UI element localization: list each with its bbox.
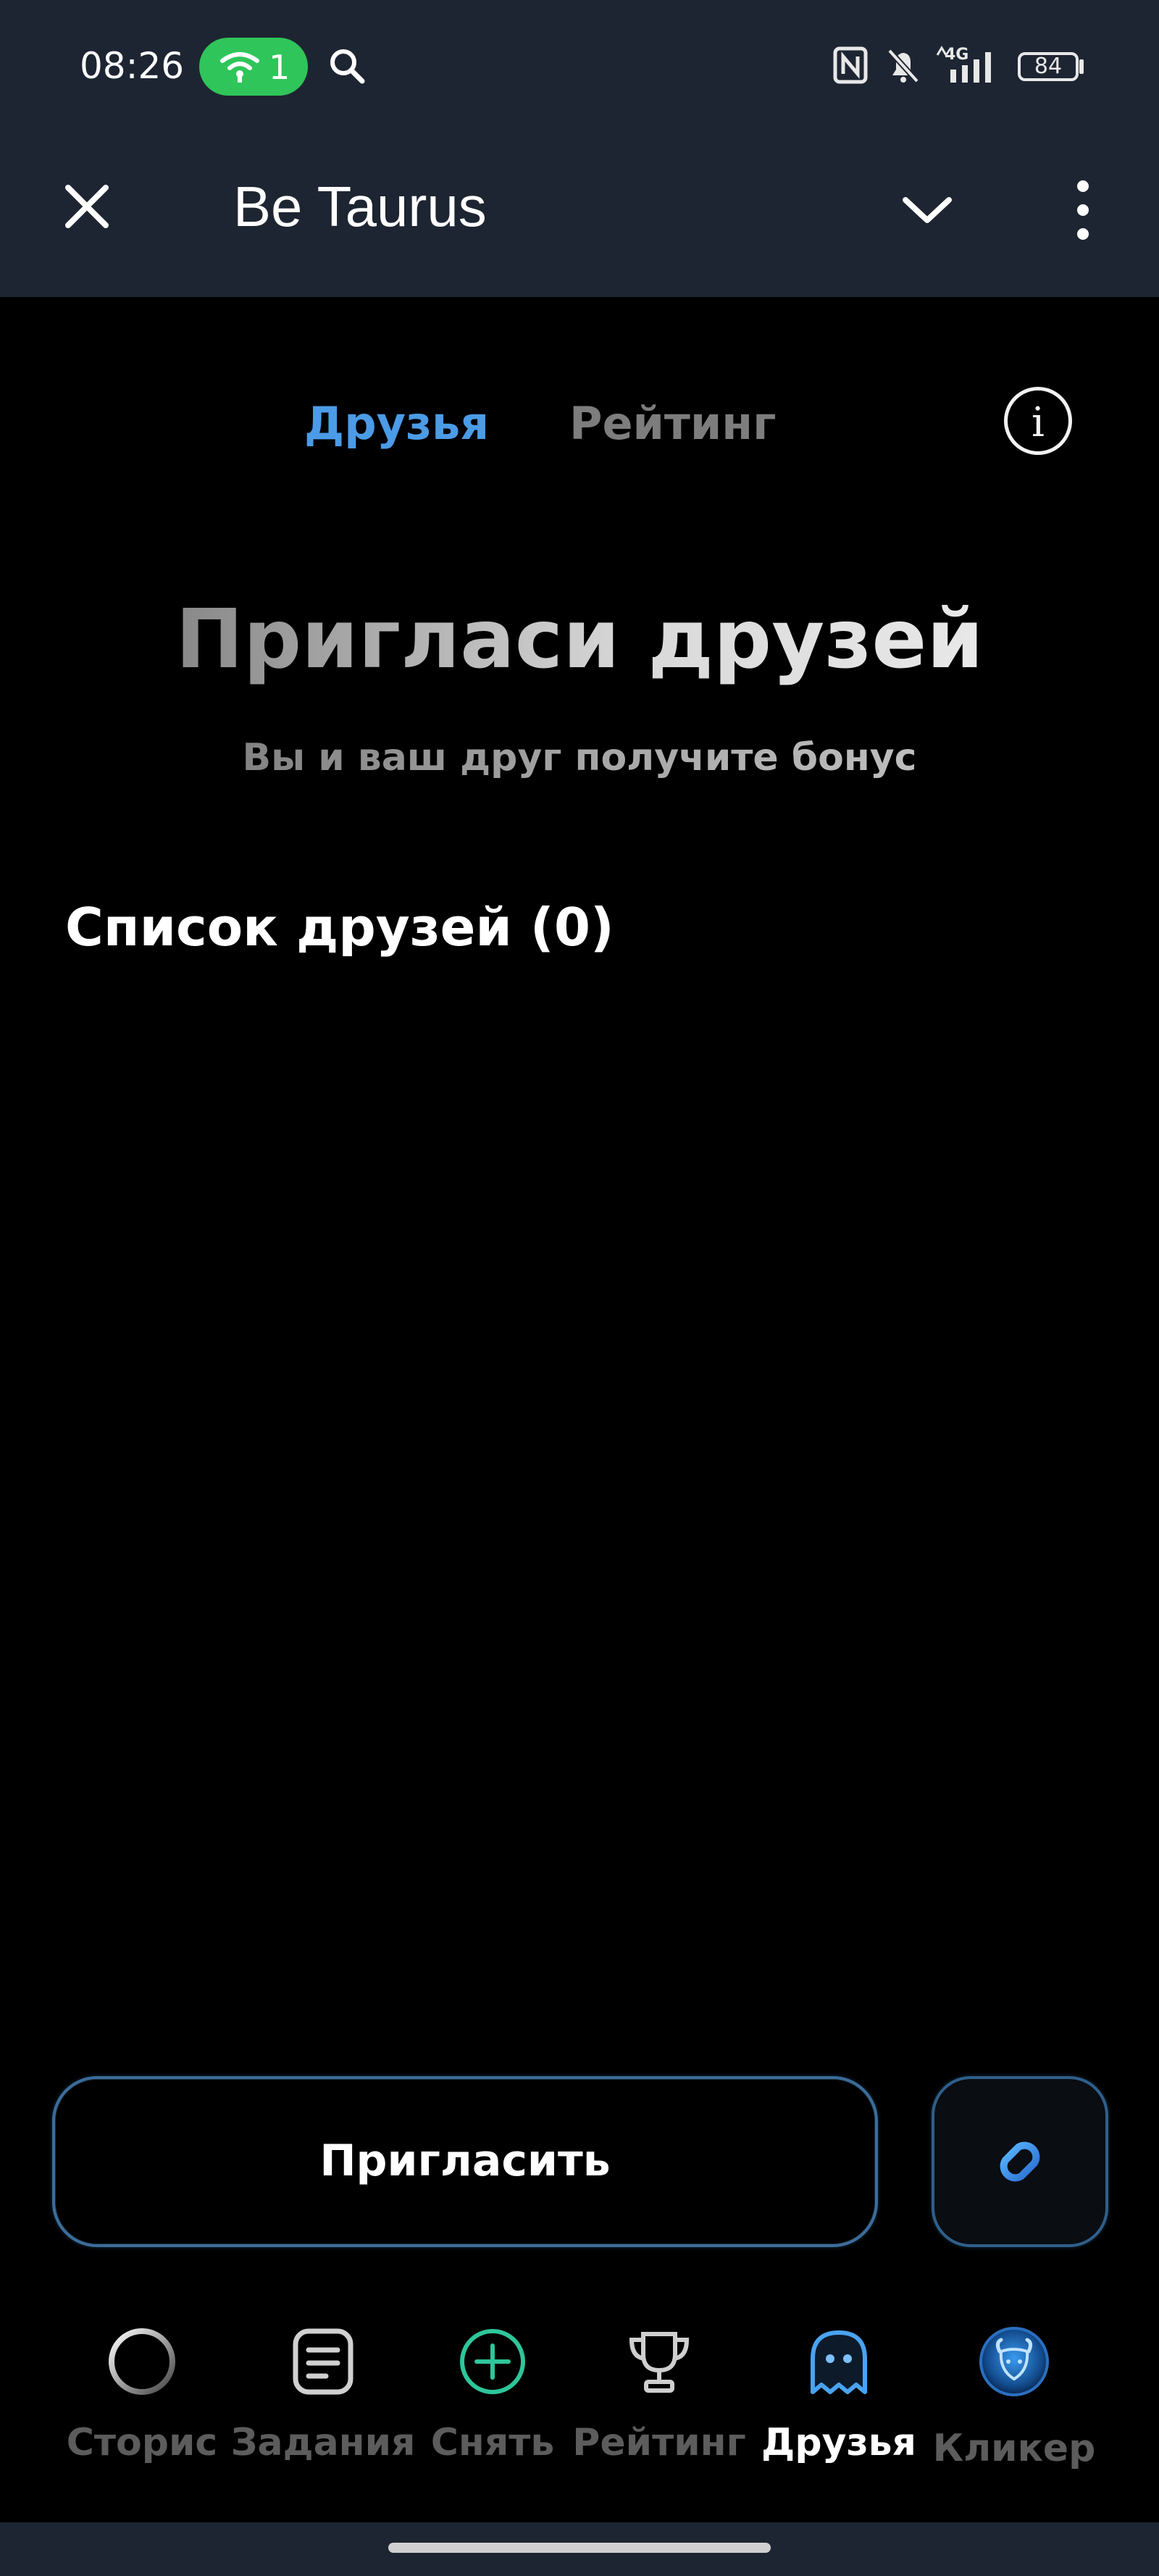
friends-list-heading: Список друзей (0) [65,897,614,958]
copy-link-button[interactable] [932,2076,1108,2247]
nav-item-rating[interactable]: Рейтинг [572,2311,746,2499]
ghost-icon [811,2330,867,2394]
tab-friends[interactable]: Друзья [304,397,489,450]
hotspot-icon [220,52,259,83]
nav-label-stories: Сторис [66,2421,218,2464]
status-time: 08:26 [80,45,185,87]
invite-subtitle: Вы и ваш друг получите бонус [0,736,1159,779]
nav-label-rating: Рейтинг [572,2421,746,2464]
nav-label-friends: Друзья [761,2421,916,2464]
app-title: Be Taurus [233,175,487,238]
invite-button[interactable]: Пригласить [52,2076,878,2247]
nav-item-friends[interactable]: Друзья [752,2311,926,2499]
signal-icon: 4G [936,46,991,83]
tab-rating[interactable]: Рейтинг [569,397,777,450]
taurus-coin-icon [979,2327,1049,2396]
mute-bell-icon [887,49,919,83]
trophy-icon [629,2332,690,2393]
info-button[interactable]: i [1004,387,1072,455]
network-type-label: 4G [945,46,968,64]
top-bar: 08:26 1 4G 84 Be Taurus [0,0,1159,297]
chevron-down-icon[interactable] [898,181,956,239]
nfc-icon [833,46,868,84]
tasks-icon [293,2328,353,2395]
link-icon [1000,2141,1040,2182]
nav-item-shoot[interactable]: Снять [406,2311,580,2499]
nav-item-clicker[interactable]: Кликер [927,2311,1101,2499]
battery-level: 84 [1034,54,1063,79]
hotspot-count: 1 [269,48,290,87]
plus-circle-icon [460,2329,525,2394]
nav-item-stories[interactable]: Сторис [55,2311,229,2499]
nav-label-clicker: Кликер [932,2427,1096,2470]
bottom-navigation: Сторис Задания Снять Рейтинг Друзья Клик… [0,2311,1159,2499]
close-button[interactable] [58,177,116,235]
circle-icon [109,2328,175,2395]
info-icon: i [1032,399,1045,446]
more-options-button[interactable] [1061,177,1105,243]
invite-title: Пригласи друзей [0,593,1159,687]
invite-button-label: Пригласить [319,2136,611,2186]
search-icon [330,49,365,84]
hotspot-indicator: 1 [199,38,308,96]
battery-tip [1079,59,1084,74]
battery-icon: 84 [1018,52,1079,81]
gesture-handle[interactable] [388,2543,771,2553]
nav-item-tasks[interactable]: Задания [231,2311,415,2499]
